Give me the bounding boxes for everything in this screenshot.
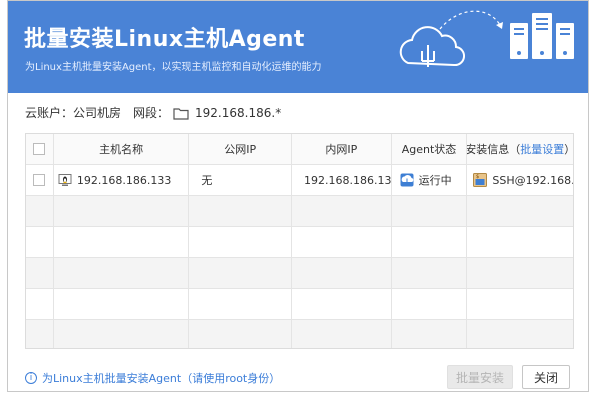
- banner-illustration: [399, 10, 574, 67]
- header-host-name: 主机名称: [54, 134, 190, 164]
- row-checkbox[interactable]: [33, 174, 46, 186]
- header-agent-status: Agent状态: [392, 134, 468, 164]
- host-name-text: 192.168.186.133: [76, 173, 172, 187]
- account-info: 云账户：公司机房 网段： 192.168.186.*: [25, 104, 281, 121]
- svg-text:$: $: [476, 174, 479, 180]
- footer-hint-text: 为Linux主机批量安装Agent（请使用root身份）: [42, 372, 281, 385]
- cloud-account-label: 云账户：公司机房: [25, 106, 122, 120]
- install-agent-dialog: 批量安装Linux主机Agent 为Linux主机批量安装Agent，以实现主机…: [7, 0, 589, 392]
- table-row[interactable]: 192.168.186.133 无 192.168.186.133 运行中 $ …: [26, 165, 573, 196]
- table-row-empty: [26, 196, 573, 227]
- install-info-label: 安装信息: [467, 143, 510, 156]
- table-row-empty: [26, 320, 573, 348]
- agent-status-cell: 运行中: [392, 165, 468, 195]
- dialog-title: 批量安装Linux主机Agent: [24, 27, 305, 52]
- header-install-info: 安装信息 （ 批量设置 ）: [467, 134, 573, 164]
- public-ip-cell: 无: [189, 165, 293, 195]
- select-all-cell: [26, 134, 54, 164]
- agent-status-text: 运行中: [418, 174, 452, 187]
- folder-icon: [173, 107, 189, 120]
- install-info-cell[interactable]: $ SSH@192.168.1...: [467, 165, 573, 195]
- table-row-empty: [26, 289, 573, 320]
- footer-hint[interactable]: i 为Linux主机批量安装Agent（请使用root身份）: [25, 370, 280, 386]
- private-ip-cell: 192.168.186.133: [292, 165, 392, 195]
- close-button[interactable]: 关闭: [522, 365, 570, 389]
- cloud-upload-icon: [399, 26, 465, 67]
- table-row-empty: [26, 258, 573, 289]
- row-select-cell: [26, 165, 54, 195]
- select-all-checkbox[interactable]: [33, 143, 46, 155]
- info-icon: i: [25, 372, 37, 384]
- bulk-settings-close-paren: ）: [564, 141, 573, 157]
- linux-host-icon: [58, 174, 72, 186]
- bulk-settings-open-paren: （: [509, 143, 521, 156]
- server-rack-icon: [510, 13, 574, 59]
- table-header: 主机名称 公网IP 内网IP Agent状态 安装信息 （ 批量设置 ）: [26, 134, 573, 165]
- host-table: 主机名称 公网IP 内网IP Agent状态 安装信息 （ 批量设置 ）: [25, 133, 574, 349]
- install-info-text: SSH@192.168.1...: [492, 173, 574, 187]
- header-banner: 批量安装Linux主机Agent 为Linux主机批量安装Agent，以实现主机…: [8, 1, 588, 93]
- ssh-terminal-icon: $: [473, 173, 488, 187]
- bulk-install-button[interactable]: 批量安装: [447, 365, 513, 389]
- subnet-label: 网段：: [133, 106, 170, 120]
- header-private-ip: 内网IP: [292, 134, 392, 164]
- header-public-ip: 公网IP: [189, 134, 293, 164]
- host-name-cell: 192.168.186.133: [54, 165, 190, 195]
- subnet-value: 192.168.186.*: [195, 105, 282, 120]
- running-status-icon: [400, 173, 414, 187]
- bulk-settings-link[interactable]: 批量设置: [520, 141, 564, 157]
- table-row-empty: [26, 227, 573, 258]
- dialog-subtitle: 为Linux主机批量安装Agent，以实现主机监控和自动化运维的能力: [25, 62, 322, 73]
